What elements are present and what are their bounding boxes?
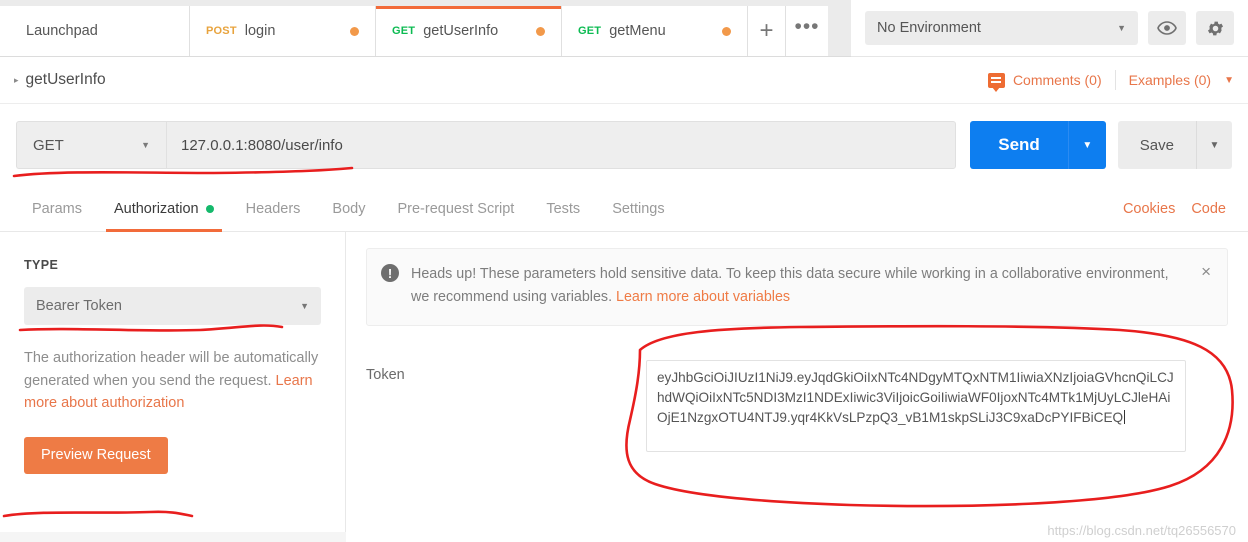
tab-login[interactable]: POST login xyxy=(190,6,376,56)
preview-request-button[interactable]: Preview Request xyxy=(24,436,168,474)
tab-label: getMenu xyxy=(609,23,666,39)
tab-method-badge: GET xyxy=(392,25,416,37)
banner-text: Heads up! These parameters hold sensitiv… xyxy=(411,263,1179,309)
tab-label: Authorization xyxy=(113,200,199,217)
banner-link[interactable]: Learn more about variables xyxy=(616,289,790,305)
auth-help-text: The authorization header will be automat… xyxy=(24,347,321,415)
postman-window: Launchpad POST login GET getUserInfo GET… xyxy=(0,0,1248,542)
chevron-right-icon: ▸ xyxy=(14,74,19,85)
environment-quick-look-button[interactable] xyxy=(1148,11,1186,45)
section-tabs-links: Cookies Code xyxy=(1123,201,1232,217)
breadcrumb-actions: Comments (0) Examples (0) ▼ xyxy=(987,70,1234,92)
environment-selected-label: No Environment xyxy=(877,20,981,36)
eye-icon xyxy=(1157,21,1177,35)
tab-label: Body xyxy=(332,200,366,217)
tab-options-icon[interactable]: ••• xyxy=(786,6,828,56)
tab-unsaved-dot xyxy=(536,26,545,36)
tab-launchpad[interactable]: Launchpad xyxy=(0,6,190,56)
send-options-icon[interactable]: ▼ xyxy=(1067,121,1106,169)
tab-getmenu[interactable]: GET getMenu xyxy=(562,6,748,56)
url-input[interactable]: 127.0.0.1:8080/user/info xyxy=(166,121,957,169)
send-group: Send ▼ xyxy=(970,121,1106,169)
breadcrumb-row: ▸ getUserInfo Comments (0) Examples (0) … xyxy=(0,57,1248,104)
chevron-down-icon: ▼ xyxy=(141,140,150,150)
method-selector[interactable]: GET ▼ xyxy=(16,121,166,169)
tab-getuserinfo[interactable]: GET getUserInfo xyxy=(376,6,562,56)
comments-label: Comments (0) xyxy=(1012,72,1102,88)
tab-label: Settings xyxy=(612,200,665,217)
chevron-down-icon[interactable]: ▼ xyxy=(1224,75,1234,86)
auth-type-selector[interactable]: Bearer Token ▼ xyxy=(24,287,321,325)
settings-button[interactable] xyxy=(1196,11,1234,45)
active-indicator-dot xyxy=(205,204,214,213)
tab-active-indicator xyxy=(376,6,561,9)
tab-label: Tests xyxy=(546,200,581,217)
tab-method-badge: GET xyxy=(578,25,602,37)
token-label: Token xyxy=(366,367,405,384)
auth-type-value: Bearer Token xyxy=(36,298,122,314)
cookies-link[interactable]: Cookies xyxy=(1123,201,1175,217)
examples-button[interactable]: Examples (0) xyxy=(1129,72,1211,88)
request-url-row: GET ▼ 127.0.0.1:8080/user/info Send ▼ Sa… xyxy=(0,104,1248,186)
tab-label: getUserInfo xyxy=(423,23,499,39)
code-link[interactable]: Code xyxy=(1191,201,1226,217)
tab-label: Params xyxy=(32,200,82,217)
close-icon[interactable]: × xyxy=(1191,263,1211,280)
tab-label: login xyxy=(244,23,276,39)
comment-icon xyxy=(987,72,1005,92)
environment-selector[interactable]: No Environment ▼ xyxy=(865,11,1138,45)
save-button[interactable]: Save xyxy=(1117,121,1196,169)
tab-headers[interactable]: Headers xyxy=(230,186,317,232)
watermark: https://blog.csdn.net/tq26556570 xyxy=(1047,523,1236,538)
tab-label: Pre-request Script xyxy=(397,200,515,217)
tab-settings[interactable]: Settings xyxy=(596,186,680,232)
auth-details-pane: ! Heads up! These parameters hold sensit… xyxy=(346,232,1248,542)
request-tab-bar: Launchpad POST login GET getUserInfo GET… xyxy=(0,0,851,57)
chevron-down-icon: ▼ xyxy=(300,301,309,311)
tab-params[interactable]: Params xyxy=(16,186,98,232)
tab-tests[interactable]: Tests xyxy=(530,186,596,232)
environment-bar: No Environment ▼ xyxy=(851,0,1248,57)
send-button[interactable]: Send xyxy=(970,121,1068,169)
tab-label: Headers xyxy=(245,200,301,217)
auth-type-pane: TYPE Bearer Token ▼ The authorization he… xyxy=(0,232,346,532)
method-label: GET xyxy=(33,136,64,154)
tab-unsaved-dot xyxy=(722,26,731,36)
page-title: getUserInfo xyxy=(25,71,106,88)
tab-pre-request-script[interactable]: Pre-request Script xyxy=(381,186,530,232)
save-options-icon[interactable]: ▼ xyxy=(1196,121,1232,169)
warning-icon: ! xyxy=(381,264,399,282)
auth-type-label: TYPE xyxy=(24,258,59,272)
divider xyxy=(1114,70,1116,90)
gear-icon xyxy=(1207,21,1223,35)
comments-button[interactable]: Comments (0) xyxy=(987,72,1102,92)
text-cursor xyxy=(1124,410,1126,425)
auth-help-sentence: The authorization header will be automat… xyxy=(24,350,319,389)
tab-label: Launchpad xyxy=(26,23,98,39)
request-section-tabs: Params Authorization Headers Body Pre-re… xyxy=(0,186,1248,232)
save-group: Save ▼ xyxy=(1117,121,1232,169)
new-tab-button[interactable]: + xyxy=(748,6,786,56)
tab-authorization[interactable]: Authorization xyxy=(98,186,230,232)
sensitive-data-banner: ! Heads up! These parameters hold sensit… xyxy=(366,248,1228,327)
token-row: Token eyJhbGciOiJIUzI1NiJ9.eyJqdGkiOiIxN… xyxy=(366,360,1228,453)
chevron-down-icon: ▼ xyxy=(1117,23,1126,33)
breadcrumb[interactable]: ▸ getUserInfo xyxy=(14,71,106,89)
tab-method-badge: POST xyxy=(206,25,237,37)
tab-body[interactable]: Body xyxy=(316,186,381,232)
token-value: eyJhbGciOiJIUzI1NiJ9.eyJqdGkiOiIxNTc4NDg… xyxy=(657,370,1174,426)
tab-unsaved-dot xyxy=(350,26,359,36)
token-input[interactable]: eyJhbGciOiJIUzI1NiJ9.eyJqdGkiOiIxNTc4NDg… xyxy=(646,360,1186,453)
